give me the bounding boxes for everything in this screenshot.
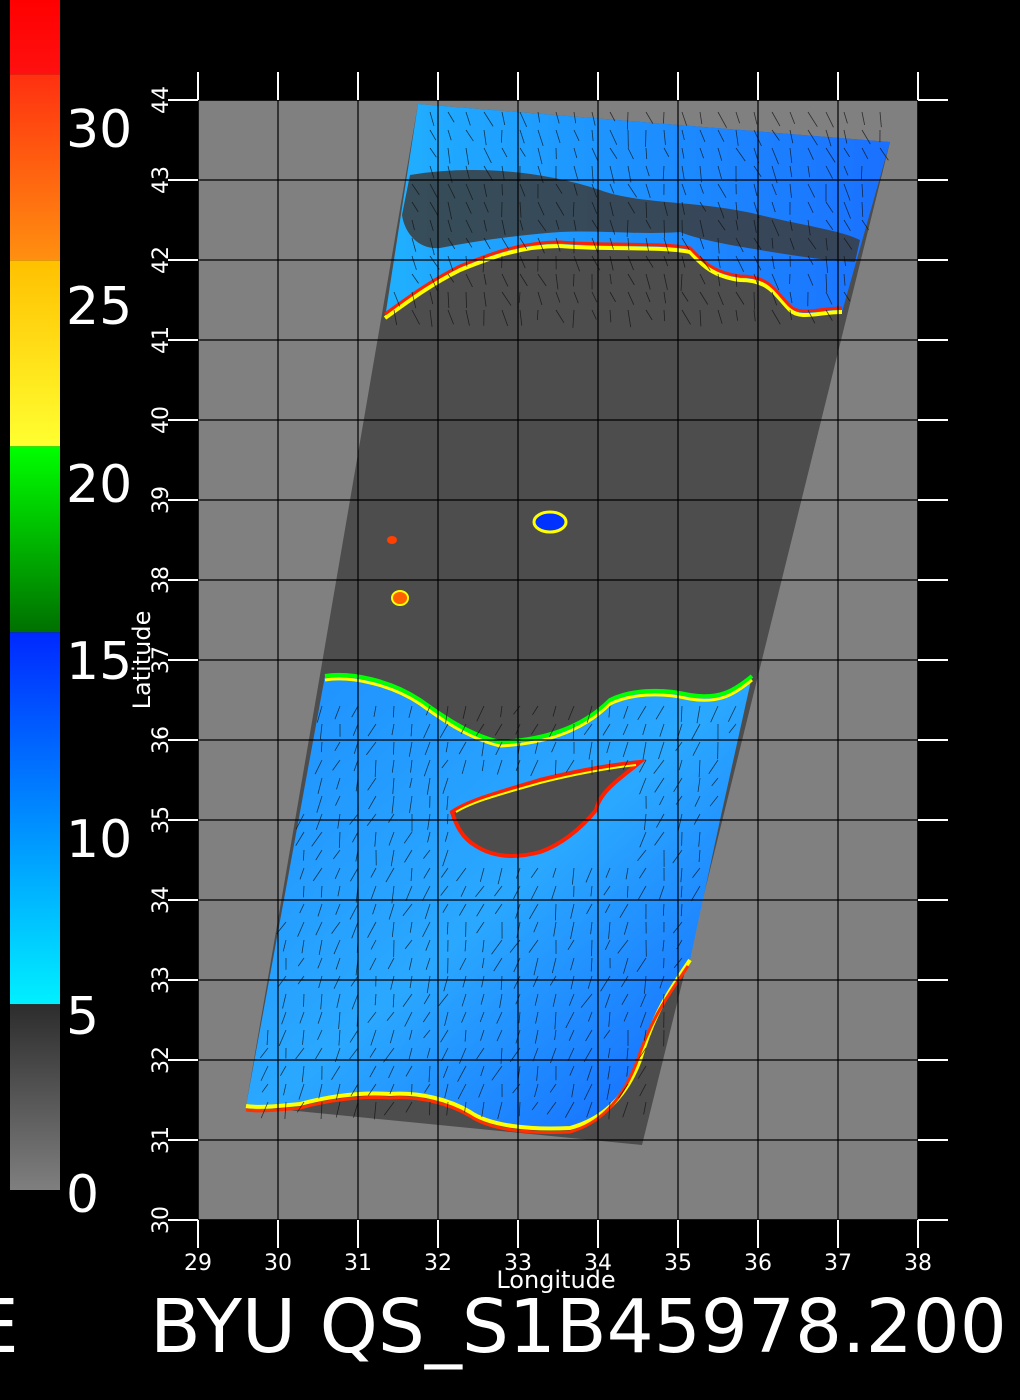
y-tick-label: 36 xyxy=(149,726,174,754)
colorbar-segment xyxy=(10,260,60,447)
lake-small-1 xyxy=(387,536,397,544)
y-tick-label: 30 xyxy=(149,1206,174,1234)
x-tick-label: 29 xyxy=(184,1251,212,1276)
x-tick-label: 36 xyxy=(744,1251,772,1276)
x-tick-label: 38 xyxy=(904,1251,932,1276)
x-tick-label: 31 xyxy=(344,1251,372,1276)
y-tick-label: 35 xyxy=(149,806,174,834)
colorbar-segment xyxy=(10,0,60,75)
colorbar-label: 25 xyxy=(66,277,132,337)
y-tick-label: 41 xyxy=(149,326,174,354)
colorbar-segment xyxy=(10,1004,60,1190)
y-tick-label: 40 xyxy=(149,406,174,434)
y-tick-label: 43 xyxy=(149,166,174,194)
colorbar-segment xyxy=(10,74,60,261)
lake-small-2 xyxy=(391,590,409,606)
x-tick-label: 32 xyxy=(424,1251,452,1276)
wind-vector xyxy=(303,849,305,861)
x-tick-label: 37 xyxy=(824,1251,852,1276)
colorbar-label: 20 xyxy=(66,455,132,515)
title-prefix: E xyxy=(0,1284,19,1370)
y-tick-label: 31 xyxy=(149,1126,174,1154)
y-tick-label: 38 xyxy=(149,566,174,594)
wind-vector xyxy=(663,111,665,124)
wind-vector xyxy=(573,273,575,287)
x-tick-label: 35 xyxy=(664,1251,692,1276)
colorbar-label: 30 xyxy=(66,100,132,160)
y-axis-label: Latitude xyxy=(128,611,156,710)
colorbar: 0 5 10 15 20 25 30 xyxy=(10,0,132,1225)
colorbar-label: 15 xyxy=(66,632,132,692)
colorbar-label: 5 xyxy=(66,987,99,1047)
colorbar-segment xyxy=(10,446,60,633)
wind-vector xyxy=(663,219,665,238)
y-tick-label: 34 xyxy=(149,886,174,914)
y-tick-label: 42 xyxy=(149,246,174,274)
lake-tuz xyxy=(532,510,568,534)
colorbar-segment xyxy=(10,632,60,1005)
wind-vector xyxy=(447,813,449,825)
y-tick-label: 39 xyxy=(149,486,174,514)
y-tick-label: 33 xyxy=(149,966,174,994)
colorbar-label: 10 xyxy=(66,810,132,870)
wind-vector xyxy=(591,939,593,957)
wind-map-figure: 0 5 10 15 20 25 30 29 30 31 32 33 34 35 36 37 38 30 31 32 3… xyxy=(0,0,1007,1370)
y-tick-label: 32 xyxy=(149,1046,174,1074)
y-tick-label: 44 xyxy=(149,86,174,114)
x-tick-label: 30 xyxy=(264,1251,292,1276)
colorbar-label: 0 xyxy=(66,1165,99,1225)
image-title: BYU QS_S1B45978.200 xyxy=(150,1284,1007,1370)
